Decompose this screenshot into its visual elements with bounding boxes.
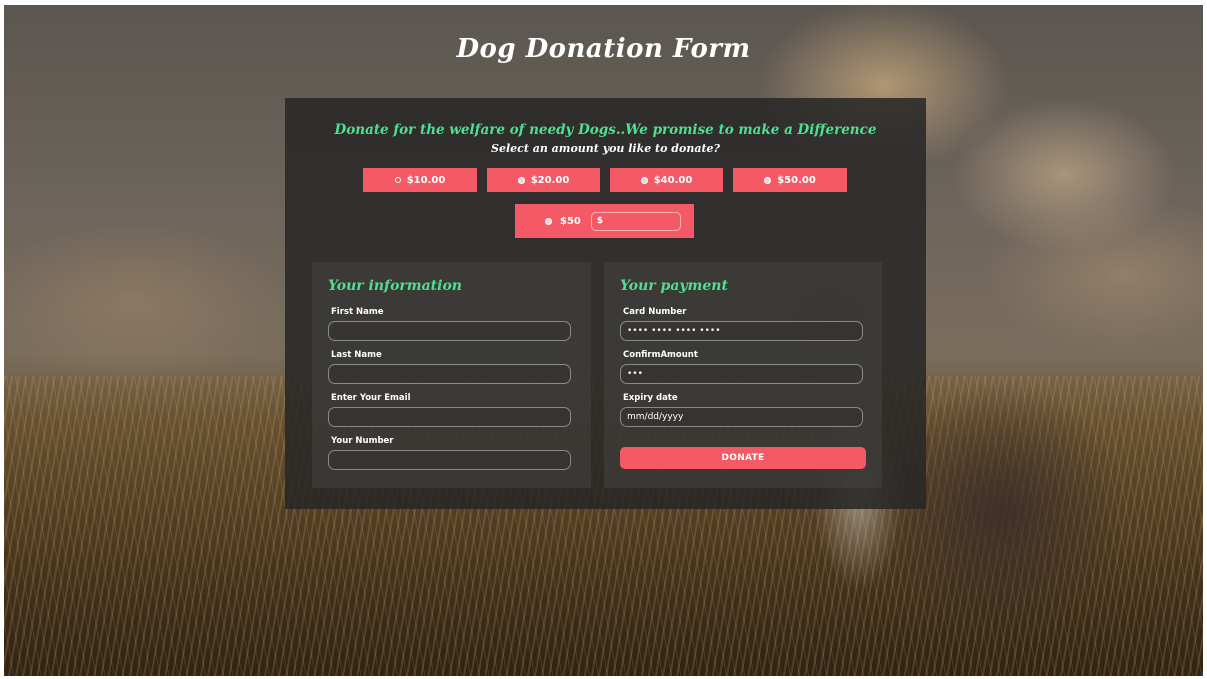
number-label: Your Number bbox=[331, 436, 394, 446]
first-name-input[interactable] bbox=[328, 321, 571, 341]
number-input[interactable] bbox=[328, 450, 571, 470]
email-label: Enter Your Email bbox=[331, 393, 411, 403]
last-name-label: Last Name bbox=[331, 350, 382, 360]
amount-question: Select an amount you like to donate? bbox=[491, 142, 720, 155]
confirm-amount-input[interactable] bbox=[620, 364, 863, 384]
custom-amount-input[interactable] bbox=[590, 211, 681, 231]
amount-option-50[interactable]: $50.00 bbox=[733, 168, 847, 192]
custom-amount-option[interactable]: $50 bbox=[515, 204, 694, 238]
amount-label: $50.00 bbox=[777, 174, 816, 186]
donate-button[interactable]: DONATE bbox=[620, 447, 866, 469]
amount-option-40[interactable]: $40.00 bbox=[610, 168, 723, 192]
expiry-date-label: Expiry date bbox=[623, 393, 678, 403]
radio-selected-icon[interactable] bbox=[394, 177, 401, 183]
radio-icon[interactable] bbox=[640, 176, 648, 184]
amount-label: $10.00 bbox=[406, 174, 446, 186]
page-title: Dog Donation Form bbox=[456, 34, 751, 64]
amount-label: $40.00 bbox=[653, 174, 693, 186]
info-card: Your information First Name Last Name En… bbox=[312, 262, 591, 488]
email-input[interactable] bbox=[328, 407, 571, 427]
card-number-input[interactable] bbox=[620, 321, 863, 341]
card-number-label: Card Number bbox=[623, 307, 687, 317]
last-name-input[interactable] bbox=[328, 364, 571, 384]
radio-icon[interactable] bbox=[545, 217, 552, 225]
radio-icon[interactable] bbox=[517, 176, 525, 184]
info-heading: Your information bbox=[328, 278, 462, 294]
donation-panel: Donate for the welfare of needy Dogs..We… bbox=[285, 98, 926, 509]
amount-option-20[interactable]: $20.00 bbox=[487, 168, 600, 192]
radio-icon[interactable] bbox=[764, 176, 772, 184]
amount-label: $20.00 bbox=[530, 174, 570, 186]
custom-amount-label: $50 bbox=[560, 215, 581, 227]
expiry-date-input[interactable] bbox=[620, 407, 863, 427]
payment-heading: Your payment bbox=[620, 278, 728, 294]
confirm-amount-label: ConfirmAmount bbox=[623, 350, 698, 360]
amount-option-10[interactable]: $10.00 bbox=[363, 168, 477, 192]
first-name-label: First Name bbox=[331, 307, 384, 317]
tagline: Donate for the welfare of needy Dogs..We… bbox=[334, 122, 877, 138]
